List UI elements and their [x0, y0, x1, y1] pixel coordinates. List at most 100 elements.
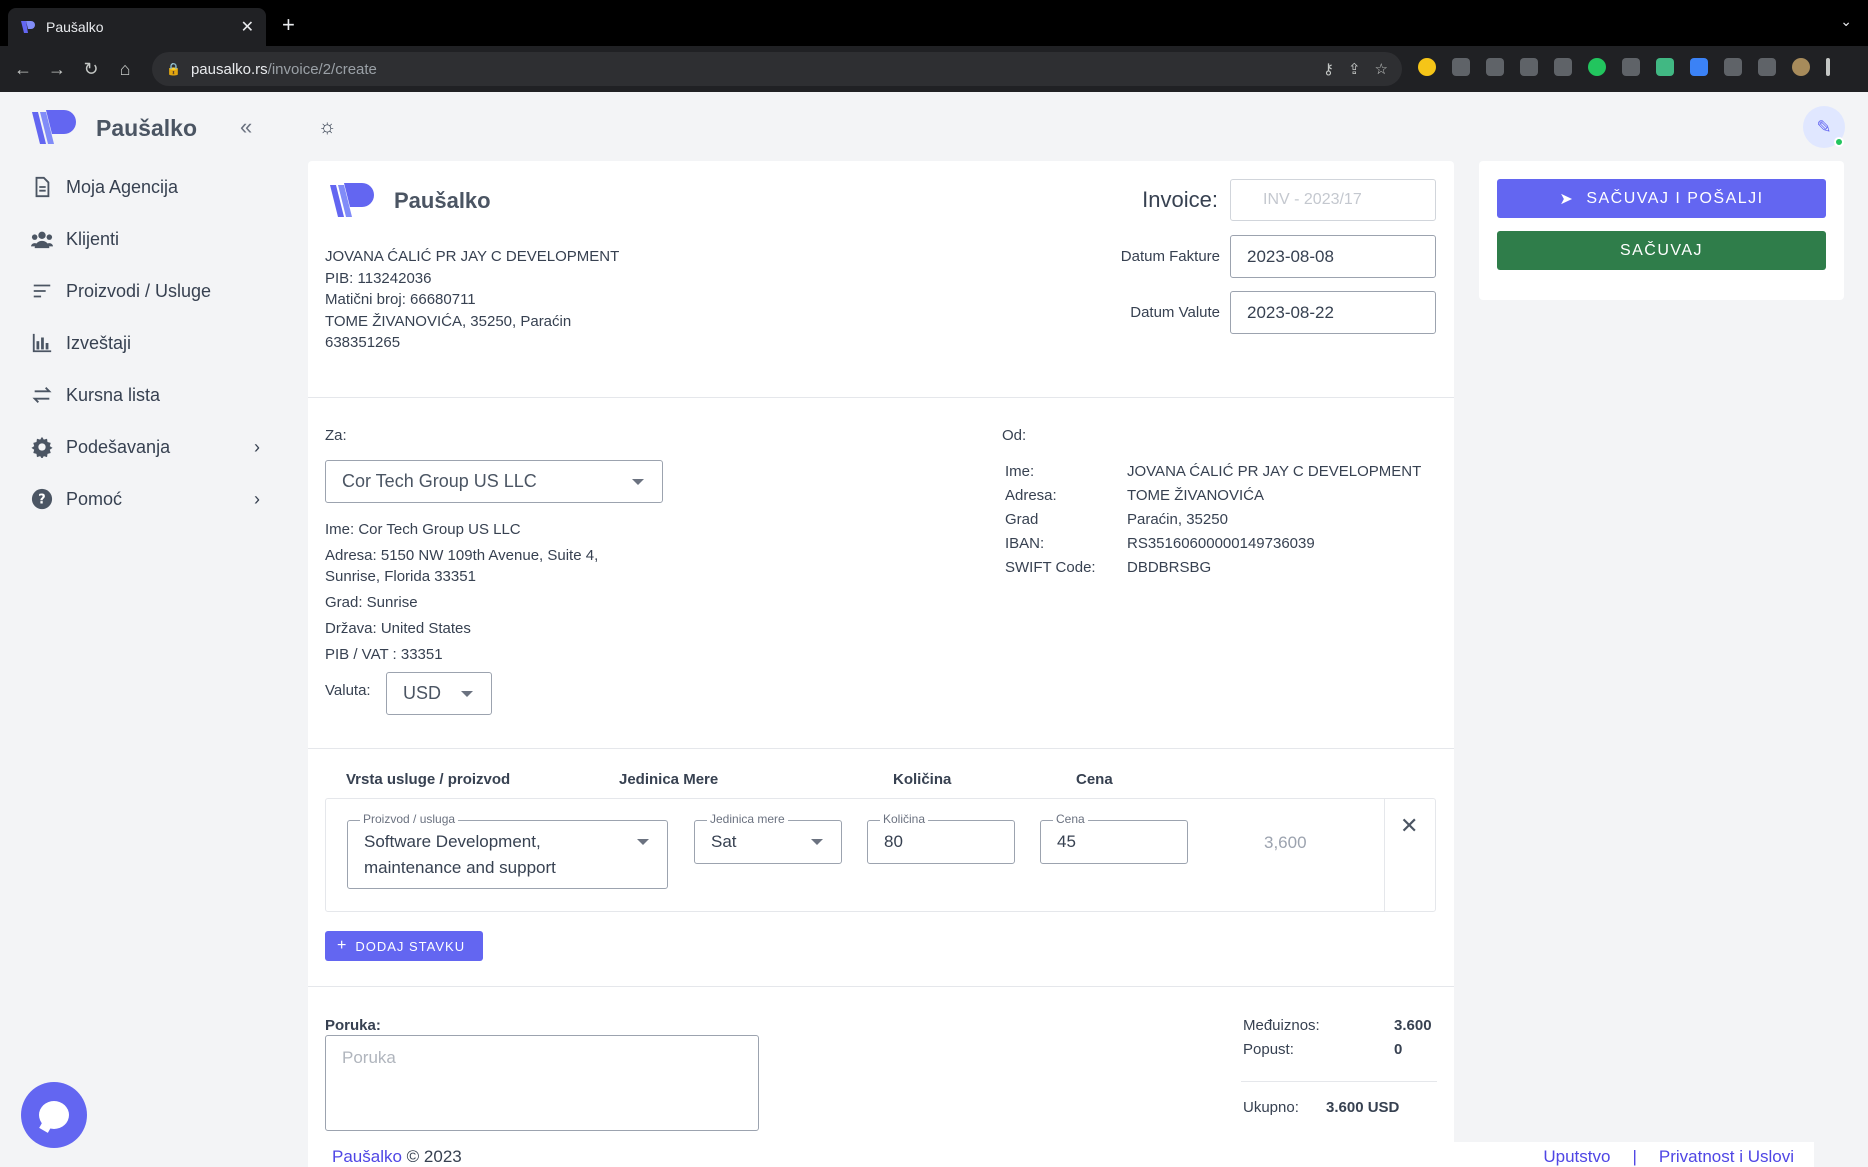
extension-icon[interactable]: [1520, 58, 1538, 76]
extension-icon[interactable]: [1622, 58, 1640, 76]
sidebar-item-label: Proizvodi / Usluge: [66, 280, 212, 301]
save-and-send-button[interactable]: ➤ SAČUVAJ I POŠALJI: [1497, 179, 1826, 218]
back-icon[interactable]: ←: [6, 59, 40, 80]
extension-icon[interactable]: [1690, 58, 1708, 76]
due-date-label: Datum Valute: [1130, 304, 1220, 321]
sidebar-item-label: Pomoć: [66, 488, 123, 509]
sidebar-item-label: Klijenti: [66, 228, 120, 249]
invoice-date-input[interactable]: 2023-08-08: [1230, 235, 1436, 278]
address-bar[interactable]: 🔒 pausalko.rs/invoice/2/create ⚷ ⇪ ☆: [152, 52, 1402, 86]
browser-tabstrip: Paušalko ✕ + ⌄: [0, 0, 1868, 46]
share-icon[interactable]: ⇪: [1348, 60, 1361, 78]
price-input[interactable]: Cena 45: [1040, 812, 1188, 864]
divider: [1241, 1081, 1437, 1082]
theme-toggle-sun-icon[interactable]: ☼: [318, 116, 336, 139]
url-path: /invoice/2/create: [267, 60, 377, 78]
product-value-line: Software Development,: [364, 832, 541, 851]
brand-name: Paušalko: [394, 188, 491, 213]
home-icon[interactable]: ⌂: [108, 59, 142, 80]
discount-label: Popust:: [1243, 1041, 1294, 1058]
currency-select[interactable]: USD: [386, 672, 492, 715]
extension-icon[interactable]: [1656, 58, 1674, 76]
remove-item-close-icon[interactable]: ✕: [1400, 813, 1418, 839]
reload-icon[interactable]: ↻: [74, 59, 108, 80]
footer: Paušalko © 2023 Uputstvo | Privatnost i Us…: [308, 1142, 1814, 1167]
sidepanel-icon[interactable]: [1758, 58, 1776, 76]
client-country: Država: United States: [325, 620, 471, 637]
forward-icon[interactable]: →: [40, 59, 74, 80]
sidebar-brand[interactable]: Paušalko: [30, 108, 197, 148]
exchange-icon: [32, 387, 52, 403]
save-button[interactable]: SAČUVAJ: [1497, 231, 1826, 270]
product-select[interactable]: Proizvod / usluga Software Development, …: [347, 812, 668, 889]
sender-row: Adresa: TOME ŽIVANOVIĆA: [1005, 484, 1421, 508]
client-select[interactable]: Cor Tech Group US LLC: [325, 460, 663, 503]
url-host: pausalko.rs: [190, 60, 268, 78]
extension-icon[interactable]: [1588, 58, 1606, 76]
sidebar-item-label: Podešavanja: [66, 436, 171, 457]
extension-icon[interactable]: [1554, 58, 1572, 76]
puzzle-icon[interactable]: [1724, 58, 1742, 76]
kebab-menu-icon[interactable]: [1826, 58, 1830, 76]
user-avatar[interactable]: ✎: [1803, 106, 1845, 148]
valuta-label: Valuta:: [325, 682, 371, 699]
client-address: Adresa: 5150 NW 109th Avenue, Suite 4, Su…: [325, 545, 598, 587]
sender-key: SWIFT Code:: [1005, 559, 1096, 576]
sender-key: IBAN:: [1005, 535, 1045, 552]
lock-icon[interactable]: 🔒: [166, 62, 181, 76]
profile-icon[interactable]: [1792, 58, 1810, 76]
quantity-value: 80: [884, 832, 903, 851]
sidebar-item-label: Izveštaji: [66, 332, 132, 353]
sender-row: Grad Paraćin, 35250: [1005, 508, 1421, 532]
sidebar-item-izvestaji[interactable]: Izveštaji: [30, 332, 260, 354]
sidebar-item-kursna-lista[interactable]: Kursna lista: [30, 384, 260, 406]
footer-link-uputstvo[interactable]: Uputstvo: [1543, 1147, 1610, 1166]
divider: [308, 986, 1454, 987]
sidebar-item-label: Moja Agencija: [66, 176, 179, 197]
due-date-input[interactable]: 2023-08-22: [1230, 291, 1436, 334]
invoice-number-label: Invoice:: [1142, 187, 1218, 212]
caret-down-icon: [461, 690, 473, 697]
collapse-sidebar-icon[interactable]: «: [240, 114, 252, 140]
sidebar-item-klijenti[interactable]: Klijenti: [30, 228, 260, 250]
footer-copyright: Paušalko © 2023: [332, 1147, 462, 1167]
key-icon[interactable]: ⚷: [1323, 60, 1334, 78]
od-label: Od:: [1002, 427, 1027, 444]
user-edit-icon: ✎: [1816, 116, 1832, 137]
new-tab-button[interactable]: +: [282, 12, 295, 38]
client-city: Grad: Sunrise: [325, 594, 418, 611]
chat-launcher-button[interactable]: [21, 1082, 87, 1148]
price-value: 45: [1057, 832, 1076, 851]
list-icon: [33, 284, 51, 298]
footer-separator: |: [1632, 1147, 1637, 1166]
tab-search-chevron-icon[interactable]: ⌄: [1840, 13, 1852, 30]
sidebar-item-proizvodi[interactable]: Proizvodi / Usluge: [30, 280, 260, 302]
quantity-input[interactable]: Količina 80: [867, 812, 1015, 864]
save-and-send-label: SAČUVAJ I POŠALJI: [1586, 189, 1764, 207]
caret-down-icon: [637, 839, 649, 845]
footer-links: Uputstvo | Privatnost i Uslovi: [1543, 1147, 1794, 1167]
unit-select[interactable]: Jedinica mere Sat: [694, 812, 842, 864]
footer-link-privatnost[interactable]: Privatnost i Uslovi: [1659, 1147, 1794, 1166]
close-tab-icon[interactable]: ✕: [241, 17, 254, 37]
bookmark-star-icon[interactable]: ☆: [1375, 60, 1388, 78]
sidebar-item-podesavanja[interactable]: Podešavanja ›: [30, 436, 260, 458]
column-header-product: Vrsta usluge / proizvod: [346, 771, 511, 788]
extension-icon[interactable]: [1486, 58, 1504, 76]
subtotal-value: 3.600: [1394, 1017, 1432, 1034]
browser-tab[interactable]: Paušalko ✕: [8, 8, 266, 46]
message-textarea[interactable]: Poruka: [325, 1035, 759, 1131]
invoice-number-input[interactable]: INV - 2023/17: [1230, 179, 1436, 221]
sender-key: Adresa:: [1005, 487, 1057, 504]
extension-icon[interactable]: [1418, 58, 1436, 76]
sidebar-item-moja-agencija[interactable]: Moja Agencija: [30, 176, 260, 198]
pausalko-logo-icon: [330, 183, 374, 217]
client-name: Ime: Cor Tech Group US LLC: [325, 521, 521, 538]
add-item-button[interactable]: + DODAJ STAVKU: [325, 931, 483, 961]
unit-select-label: Jedinica mere: [707, 812, 788, 826]
gear-icon: [31, 436, 53, 458]
document-icon: [35, 176, 50, 198]
footer-brand-link[interactable]: Paušalko: [332, 1147, 402, 1166]
sidebar-item-pomoc[interactable]: ? Pomoć ›: [30, 488, 260, 510]
extension-icon[interactable]: [1452, 58, 1470, 76]
